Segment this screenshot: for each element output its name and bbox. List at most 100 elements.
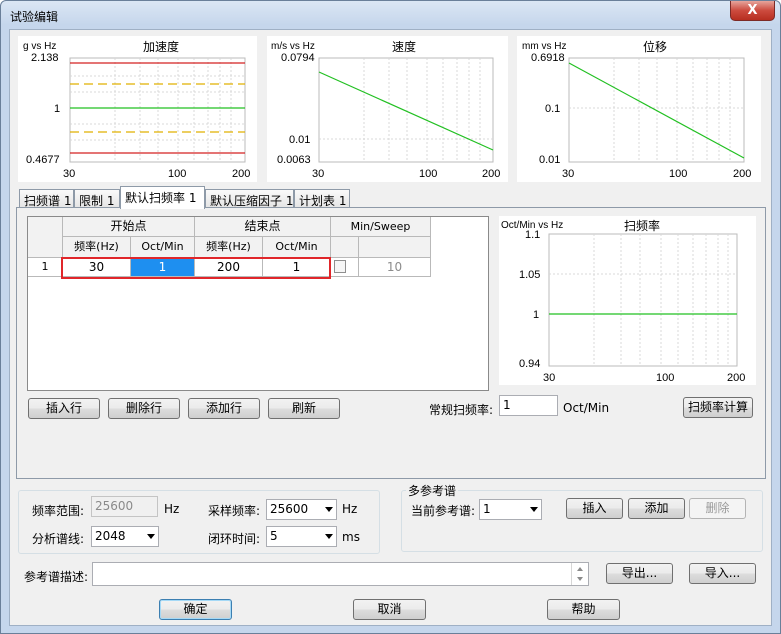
import-button[interactable]: 导入...	[689, 563, 756, 584]
help-button[interactable]: 帮助	[547, 599, 620, 620]
analysis-lines-label: 分析谱线:	[32, 532, 85, 546]
refresh-button[interactable]: 刷新	[268, 398, 340, 419]
add-row-button[interactable]: 添加行	[188, 398, 260, 419]
velocity-chart-plot: m/s vs Hz 速度 0.0794 0.01 0.0063 30 100 2…	[271, 39, 500, 180]
calc-sweep-rate-button[interactable]: 扫频率计算	[683, 397, 753, 418]
grid-col-check	[331, 237, 359, 258]
current-ref-select[interactable]: 1	[479, 499, 542, 520]
rate-x-tick-200: 200	[727, 372, 745, 384]
vel-x-tick-100: 100	[419, 168, 437, 180]
grid-col-start-freq: 频率(Hz)	[63, 237, 131, 258]
acc-x-tick-200: 200	[232, 168, 250, 180]
close-button[interactable]: X	[730, 1, 775, 21]
freq-range-input[interactable]: 25600	[91, 496, 158, 517]
chevron-down-icon	[325, 534, 333, 539]
acc-y-bottom: 0.4677	[26, 154, 60, 166]
tab-limit[interactable]: 限制 1	[74, 189, 120, 208]
grid-header-min-sweep: Min/Sweep	[331, 217, 431, 237]
grid-corner	[28, 217, 63, 258]
grid-col-start-oct: Oct/Min	[131, 237, 195, 258]
rate-y-tick-3: 1	[533, 309, 539, 321]
sample-rate-label: 采样频率:	[208, 504, 261, 518]
sweep-rate-panel: 开始点 结束点 Min/Sweep 频率(Hz) Oct/Min 频率(Hz) …	[16, 207, 766, 479]
tab-schedule-label: 计划表 1	[299, 194, 347, 208]
tab-schedule[interactable]: 计划表 1	[294, 189, 350, 208]
sample-rate-value: 25600	[270, 502, 309, 516]
disp-unit-label: mm vs Hz	[522, 41, 566, 52]
analysis-lines-select[interactable]: 2048	[91, 526, 159, 547]
ref-desc-input[interactable]	[92, 562, 589, 586]
vel-title: 速度	[392, 39, 416, 54]
chevron-down-icon[interactable]	[577, 577, 583, 581]
velocity-chart: m/s vs Hz 速度 0.0794 0.01 0.0063 30 100 2…	[267, 36, 508, 182]
disp-x-tick-30: 30	[562, 168, 574, 180]
insert-row-button[interactable]: 插入行	[28, 398, 100, 419]
chevron-down-icon	[325, 507, 333, 512]
close-icon: X	[747, 3, 758, 18]
loop-time-label: 闭环时间:	[208, 532, 261, 546]
tab-sweep-spectrum[interactable]: 扫频谱 1	[19, 189, 74, 208]
acceleration-chart: g vs Hz 加速度 2.138 1 0.4677 30 100 200	[18, 36, 257, 182]
rate-y-tick-4: 0.94	[519, 358, 540, 370]
vel-x-tick-30: 30	[312, 168, 324, 180]
current-ref-label: 当前参考谱:	[411, 504, 476, 518]
grid-header-end: 结束点	[195, 217, 331, 237]
vel-y-top: 0.0794	[281, 52, 315, 64]
general-rate-input[interactable]: 1	[499, 395, 558, 416]
disp-y-mid: 0.1	[545, 103, 560, 115]
chevron-down-icon	[530, 507, 538, 512]
tab-default-sweep-rate[interactable]: 默认扫频率 1	[120, 186, 205, 209]
displacement-chart: mm vs Hz 位移 0.6918 0.1 0.01 30 100 200	[517, 36, 761, 182]
acc-x-tick-30: 30	[63, 168, 75, 180]
dialog-window: 试验编辑 X g vs Hz 加速度 2.138 1 0.4677 30 100…	[0, 0, 781, 634]
grid-col-end-oct: Oct/Min	[263, 237, 331, 258]
add-ref-button[interactable]: 添加	[628, 498, 685, 519]
chevron-up-icon[interactable]	[577, 567, 583, 571]
acc-y-top: 2.138	[31, 52, 59, 64]
grid-row-index: 1	[28, 258, 63, 277]
loop-time-unit: ms	[342, 530, 360, 544]
vel-y-mid: 0.01	[289, 134, 310, 146]
disp-y-bottom: 0.01	[539, 154, 560, 166]
freq-range-label: 频率范围:	[32, 504, 85, 518]
min-sweep-checkbox[interactable]	[334, 260, 346, 273]
acceleration-chart-plot: g vs Hz 加速度 2.138 1 0.4677 30 100 200	[23, 39, 250, 180]
grid-row-selection-outline	[61, 257, 331, 279]
acc-title: 加速度	[143, 39, 179, 54]
grid-header-start: 开始点	[63, 217, 195, 237]
dialog-client: g vs Hz 加速度 2.138 1 0.4677 30 100 200 m/…	[9, 29, 772, 626]
general-rate-label: 常规扫频率:	[429, 403, 494, 417]
tab-sweep-spectrum-label: 扫频谱 1	[24, 194, 72, 208]
grid-cell-min-sweep[interactable]: 10	[359, 258, 431, 277]
analysis-lines-value: 2048	[95, 529, 126, 543]
tab-default-sweep-rate-label: 默认扫频率 1	[125, 191, 197, 205]
sample-rate-select[interactable]: 25600	[266, 499, 337, 520]
loop-time-select[interactable]: 5	[266, 526, 337, 547]
vel-unit-label: m/s vs Hz	[271, 41, 315, 52]
ok-button[interactable]: 确定	[159, 599, 232, 620]
sweep-rate-chart: Oct/Min vs Hz 扫频率 1.1 1.05 1 0.94 30 100…	[499, 216, 756, 385]
cancel-button[interactable]: 取消	[353, 599, 426, 620]
disp-y-top: 0.6918	[531, 52, 565, 64]
chevron-down-icon	[147, 534, 155, 539]
sample-rate-unit: Hz	[342, 502, 358, 516]
vel-y-bottom: 0.0063	[277, 154, 311, 166]
grid-cell-checkbox[interactable]	[331, 258, 359, 277]
acc-unit-label: g vs Hz	[23, 41, 56, 52]
export-button[interactable]: 导出...	[606, 563, 673, 584]
grid-col-min-sweep	[359, 237, 431, 258]
current-ref-value: 1	[483, 502, 491, 516]
freq-range-unit: Hz	[164, 502, 180, 516]
disp-title: 位移	[643, 39, 667, 54]
rate-y-tick-2: 1.05	[519, 269, 540, 281]
rate-x-tick-30: 30	[543, 372, 555, 384]
delete-row-button[interactable]: 删除行	[108, 398, 180, 419]
vel-x-tick-200: 200	[482, 168, 500, 180]
displacement-chart-plot: mm vs Hz 位移 0.6918 0.1 0.01 30 100 200	[522, 39, 751, 180]
ref-desc-spinner[interactable]	[571, 563, 588, 585]
delete-ref-button[interactable]: 删除	[689, 498, 746, 519]
insert-ref-button[interactable]: 插入	[566, 498, 623, 519]
title-bar: 试验编辑 X	[1, 1, 780, 29]
sweep-rate-chart-plot: Oct/Min vs Hz 扫频率 1.1 1.05 1 0.94 30 100…	[501, 218, 745, 384]
tab-default-compression[interactable]: 默认压缩因子 1	[205, 189, 294, 208]
